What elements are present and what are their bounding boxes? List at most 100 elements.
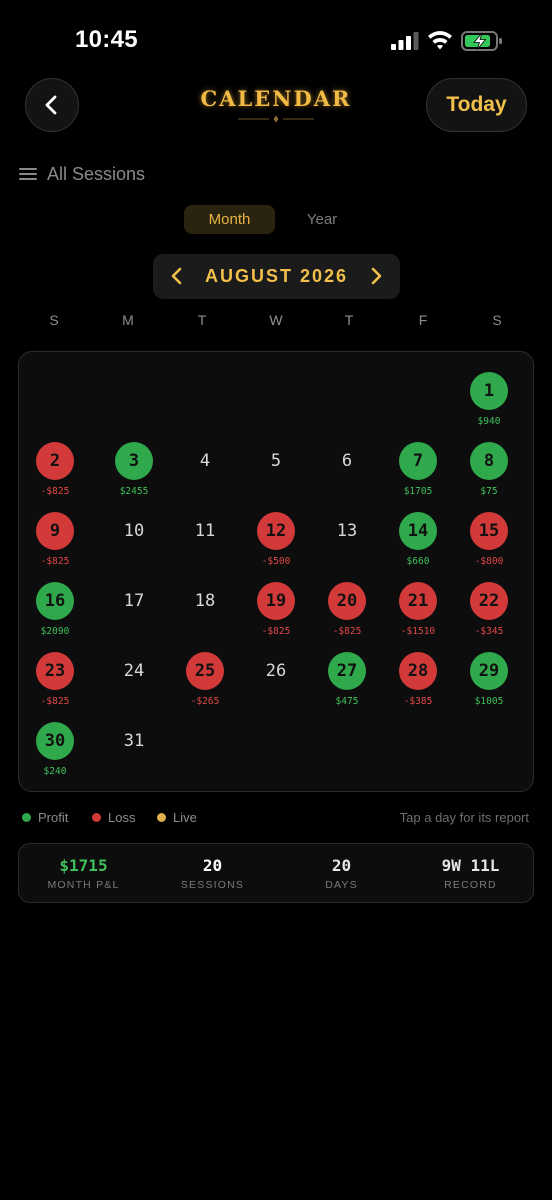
legend-label: Live	[173, 810, 197, 825]
calendar-day[interactable]: 13	[317, 511, 377, 571]
day-number: 10	[123, 521, 145, 541]
day-number: 1	[470, 372, 508, 410]
calendar-day[interactable]: 11	[175, 511, 235, 571]
stat-label: DAYS	[325, 879, 358, 891]
day-number: 14	[399, 512, 437, 550]
calendar-day[interactable]: 7 $1705	[388, 441, 448, 501]
weekday-label: F	[418, 312, 428, 328]
stat-value: $1715	[59, 856, 108, 875]
live-dot-icon	[157, 813, 166, 822]
month-navigator: AUGUST 2026	[153, 254, 400, 299]
calendar-day[interactable]: 6	[317, 441, 377, 501]
stat-value: 9W 11L	[441, 856, 500, 875]
day-amount: -$345	[474, 626, 504, 637]
calendar-day[interactable]: 29 $1005	[459, 651, 519, 711]
calendar-day[interactable]: 2 -$825	[25, 441, 85, 501]
day-amount: -$385	[403, 696, 433, 707]
calendar-day[interactable]: 30 $240	[25, 721, 85, 781]
chevron-left-icon	[45, 95, 57, 115]
day-number: 12	[257, 512, 295, 550]
status-time: 10:45	[75, 26, 138, 53]
calendar-day[interactable]: 23 -$825	[25, 651, 85, 711]
day-amount: -$500	[261, 556, 291, 567]
previous-month-button[interactable]	[165, 264, 189, 288]
calendar-grid: 1 $940 2 -$825 3 $2455 4 5 6 7 $1705 8 $75 9 -$825 10 11…	[18, 351, 534, 792]
day-amount: $75	[480, 486, 498, 497]
calendar-day[interactable]: 19 -$825	[246, 581, 306, 641]
weekday-label: T	[344, 312, 354, 328]
weekday-label: S	[492, 312, 502, 328]
calendar-day[interactable]: 15 -$800	[459, 511, 519, 571]
tab-month[interactable]: Month	[184, 205, 275, 234]
day-number: 3	[115, 442, 153, 480]
weekday-label: S	[49, 312, 59, 328]
stat-label: RECORD	[444, 879, 497, 891]
day-number: 7	[399, 442, 437, 480]
day-amount: $940	[477, 416, 501, 427]
session-filter[interactable]: All Sessions	[19, 160, 145, 188]
title-ornament-icon	[238, 115, 314, 123]
calendar-day[interactable]: 4	[175, 441, 235, 501]
day-number: 22	[470, 582, 508, 620]
day-amount: $660	[406, 556, 430, 567]
calendar-day[interactable]: 18	[175, 581, 235, 641]
stat-record: 9W 11L RECORD	[406, 856, 535, 891]
legend: Profit Loss Live Tap a day for its repor…	[22, 810, 534, 828]
cellular-signal-icon	[391, 32, 419, 50]
calendar-day[interactable]: 3 $2455	[104, 441, 164, 501]
calendar-day[interactable]: 26	[246, 651, 306, 711]
stat-month-pnl: $1715 MONTH P&L	[19, 856, 148, 891]
calendar-day[interactable]: 17	[104, 581, 164, 641]
day-number: 9	[36, 512, 74, 550]
next-month-button[interactable]	[364, 264, 388, 288]
tab-year[interactable]: Year	[280, 205, 364, 234]
legend-item-live: Live	[157, 810, 197, 825]
day-number: 24	[123, 661, 145, 681]
day-amount: -$825	[40, 486, 70, 497]
day-number: 16	[36, 582, 74, 620]
day-number: 31	[123, 731, 145, 751]
calendar-day[interactable]: 8 $75	[459, 441, 519, 501]
calendar-day[interactable]: 16 $2090	[25, 581, 85, 641]
calendar-day[interactable]: 24	[104, 651, 164, 711]
calendar-day[interactable]: 20 -$825	[317, 581, 377, 641]
today-button[interactable]: Today	[426, 78, 527, 132]
calendar-day[interactable]: 9 -$825	[25, 511, 85, 571]
month-label: AUGUST 2026	[204, 266, 349, 286]
weekday-label: M	[122, 312, 134, 328]
back-button[interactable]	[25, 78, 79, 132]
calendar-day[interactable]: 31	[104, 721, 164, 781]
calendar-day[interactable]: 28 -$385	[388, 651, 448, 711]
day-number: 28	[399, 652, 437, 690]
day-number: 13	[336, 521, 358, 541]
stat-value: 20	[202, 856, 223, 875]
stat-label: MONTH P&L	[47, 879, 120, 891]
calendar-day[interactable]: 1 $940	[459, 371, 519, 431]
day-number: 6	[341, 451, 353, 471]
day-amount: $240	[43, 766, 67, 777]
filter-label: All Sessions	[47, 163, 146, 184]
profit-dot-icon	[22, 813, 31, 822]
calendar-day[interactable]: 22 -$345	[459, 581, 519, 641]
menu-lines-icon	[19, 168, 37, 180]
calendar-day[interactable]: 10	[104, 511, 164, 571]
calendar-day[interactable]: 5	[246, 441, 306, 501]
stat-label: SESSIONS	[180, 879, 245, 891]
weekday-header: S M T W T F S	[18, 312, 534, 338]
day-amount: -$800	[474, 556, 504, 567]
day-amount: $475	[335, 696, 359, 707]
day-number: 21	[399, 582, 437, 620]
calendar-day[interactable]: 21 -$1510	[388, 581, 448, 641]
calendar-day[interactable]: 25 -$265	[175, 651, 235, 711]
day-number: 20	[328, 582, 366, 620]
calendar-day[interactable]: 12 -$500	[246, 511, 306, 571]
day-amount: $2090	[40, 626, 70, 637]
calendar-day[interactable]: 14 $660	[388, 511, 448, 571]
day-number: 4	[199, 451, 211, 471]
calendar-day[interactable]: 27 $475	[317, 651, 377, 711]
chevron-left-icon	[171, 267, 182, 285]
day-number: 11	[194, 521, 216, 541]
legend-label: Loss	[108, 810, 136, 825]
legend-item-loss: Loss	[92, 810, 135, 825]
weekday-label: T	[197, 312, 207, 328]
